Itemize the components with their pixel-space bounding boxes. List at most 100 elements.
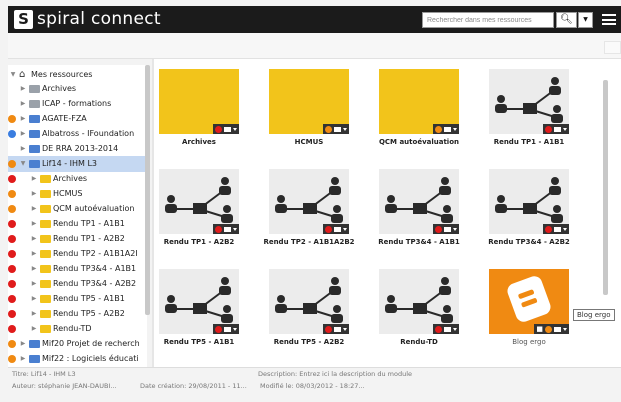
caret-down-icon [233,227,237,231]
folder-icon [334,226,341,232]
tile-badge[interactable] [323,224,349,234]
tile-badge[interactable] [433,124,459,134]
tree-item[interactable]: ▶ HCMUS [8,186,145,202]
tile-badge[interactable]: ■ [534,324,569,334]
search-options-dropdown[interactable]: ▼ [578,12,593,28]
tree-item[interactable]: ▶ Mif20 Projet de recherch [8,336,145,352]
tree-item[interactable]: ▶ DE RRA 2013-2014 [8,141,145,157]
tree-item-label: Rendu-TD [53,324,92,333]
tree-item[interactable]: ▶ Archives [8,81,145,97]
expand-icon[interactable]: ▶ [30,231,38,247]
app-logo[interactable]: S spiral connect [14,10,161,29]
tree-item[interactable]: ▼ Lif14 - IHM L3 [8,156,145,172]
search-input[interactable] [422,12,554,28]
tile-badge[interactable] [213,324,239,334]
app-window: S spiral connect 🔍︎ ▼ ▼⌂Mes ressources▶A… [0,0,621,402]
tile-badge[interactable] [543,224,569,234]
expand-icon[interactable]: ▶ [30,216,38,232]
expand-icon[interactable]: ▶ [19,111,27,127]
module-icon [29,130,40,138]
tree-item[interactable]: ▶ ICAP - formations [8,96,145,112]
folder-thumbnail [269,69,349,134]
tree-item[interactable]: ▶ Mif22 : Logiciels éducati [8,351,145,367]
status-red-icon [8,235,16,243]
tree-item-label: Archives [42,84,77,93]
tree-item[interactable]: ▶ Rendu TP1 - A2B2 [8,231,145,247]
expand-icon[interactable]: ▶ [30,201,38,217]
expand-icon[interactable]: ▶ [19,351,27,367]
folder-icon [224,126,231,132]
status-red-icon [435,225,442,233]
tree-item-label: Mif20 Projet de recherch [42,339,140,348]
expand-icon[interactable]: ▶ [19,81,27,97]
tree-item[interactable]: ▶ Rendu TP1 - A1B1 [8,216,145,232]
network-thumbnail [379,169,459,234]
resource-tree: ▼ ⌂ Mes ressources ▶ Archives ▶ ICAP - formati… [8,65,147,367]
tree-item[interactable]: ▶ Rendu-TD [8,321,145,337]
status-orange-icon [8,340,16,348]
tree-item[interactable]: ▶ AGATE-FZA [8,111,145,127]
folder-icon [444,326,451,332]
tile-badge[interactable] [433,324,459,334]
expand-icon[interactable]: ▶ [30,321,38,337]
expand-icon[interactable]: ▶ [30,276,38,292]
expand-icon[interactable]: ▶ [30,246,38,262]
folder-icon [40,175,51,183]
tree-scrollbar[interactable] [145,65,150,315]
tile-badge[interactable] [543,124,569,134]
collapse-icon[interactable]: ▼ [19,156,27,172]
tile-badge[interactable] [323,124,349,134]
menu-button[interactable] [602,14,616,25]
expand-icon[interactable]: ▶ [19,141,27,157]
expand-icon[interactable]: ▶ [19,126,27,142]
tree-item-label: Rendu TP2 - A1B1A2I [53,249,138,258]
search-button[interactable]: 🔍︎ [556,12,577,28]
module-icon [29,115,40,123]
tree-item-label: Rendu TP5 - A1B1 [53,294,125,303]
expand-icon[interactable]: ▶ [30,171,38,187]
status-orange-icon [8,160,16,168]
folder-icon [40,325,51,333]
logo-text: spiral connect [37,9,161,29]
tree-item[interactable]: ▶ Rendu TP5 - A2B2 [8,306,145,322]
tree-item[interactable]: ▶ Archives [8,171,145,187]
tree-item[interactable]: ▶ Rendu TP3&4 - A1B1 [8,261,145,277]
tile-badge[interactable] [323,324,349,334]
footer-title: Titre: Lif14 - IHM L3 [12,370,76,378]
tree-item-label: Rendu TP1 - A1B1 [53,219,125,228]
tree-item[interactable]: ▶ QCM autoévaluation [8,201,145,217]
network-thumbnail [159,169,239,234]
expand-icon[interactable]: ▶ [30,306,38,322]
expand-icon[interactable]: ▶ [19,336,27,352]
tile-badge[interactable] [213,124,239,134]
expand-icon[interactable]: ▶ [30,186,38,202]
status-red-icon [435,325,442,333]
folder-icon [29,100,40,108]
tree-item[interactable]: ▶ Rendu TP3&4 - A2B2 [8,276,145,292]
tree-item[interactable]: ▶ Rendu TP5 - A1B1 [8,291,145,307]
folder-icon [40,235,51,243]
tree-item-label: Rendu TP3&4 - A2B2 [53,279,137,288]
status-red-icon [545,125,552,133]
caret-down-icon [233,127,237,131]
folder-icon [224,226,231,232]
tile-badge[interactable] [433,224,459,234]
tree-item[interactable]: ▶ Rendu TP2 - A1B1A2I [8,246,145,262]
expand-icon[interactable]: ▶ [30,261,38,277]
expand-icon[interactable]: ▶ [19,96,27,112]
toolbar-button[interactable] [604,41,621,54]
tile-label: Rendu TP3&4 - A1B1 [378,238,460,246]
grid-scrollbar[interactable] [603,80,608,295]
header-bar: S spiral connect 🔍︎ ▼ [8,6,621,33]
blog-thumbnail: ■ [489,269,569,334]
status-orange-icon [8,355,16,363]
expand-icon[interactable]: ▶ [30,291,38,307]
tree-item[interactable]: ▶ Albatross - IFoundation [8,126,145,142]
caret-down-icon [453,227,457,231]
status-red-icon [215,225,222,233]
tile-label: Archives [182,138,216,146]
status-red-icon [325,225,332,233]
module-icon [29,145,40,153]
caret-down-icon [453,327,457,331]
tile-badge[interactable] [213,224,239,234]
